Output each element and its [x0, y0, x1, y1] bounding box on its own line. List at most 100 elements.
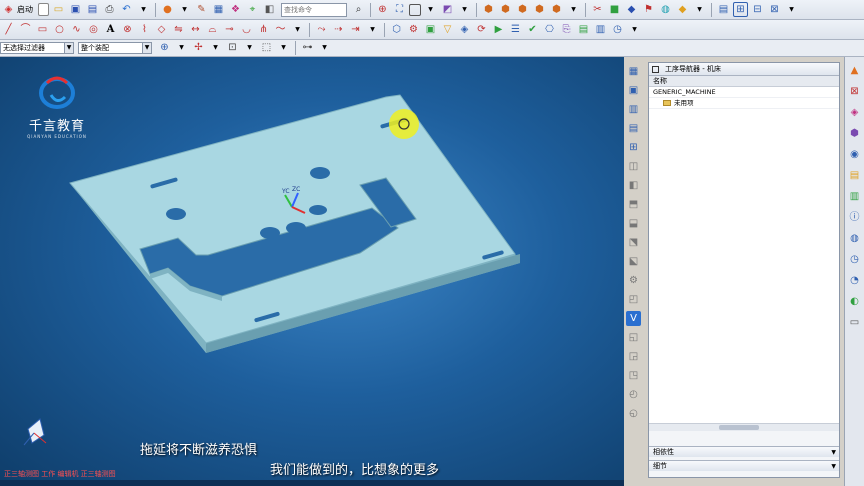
shade-style-icon[interactable] — [409, 3, 421, 16]
sphere-feature-icon[interactable]: ⬢ — [532, 2, 547, 17]
intersect-icon[interactable]: ⊗ — [120, 22, 135, 37]
spline-icon[interactable]: ∿ — [69, 22, 84, 37]
method-view-icon[interactable]: ⊠ — [767, 2, 782, 17]
column-header-name[interactable]: 名称 — [649, 76, 839, 87]
print-icon[interactable]: ⎙ — [102, 2, 117, 17]
create-operation-icon[interactable]: ◈ — [457, 22, 472, 37]
save-icon[interactable]: ▣ — [68, 2, 83, 17]
offset-icon[interactable]: ◎ — [86, 22, 101, 37]
select-all-icon[interactable]: ⊕ — [157, 41, 172, 56]
flag-icon[interactable]: ⚑ — [641, 2, 656, 17]
dropdown-arrow-icon[interactable]: ▼ — [457, 2, 472, 17]
offset-curve-icon[interactable]: ⇥ — [348, 22, 363, 37]
rectangle-select-icon[interactable]: ⬚ — [259, 41, 274, 56]
orient-view-icon[interactable]: ⊕ — [375, 2, 390, 17]
mill-contour-icon[interactable]: ◈ — [847, 105, 862, 120]
dropdown-arrow-icon[interactable]: ▼ — [692, 2, 707, 17]
dropdown-arrow-icon[interactable]: ▼ — [290, 22, 305, 37]
start-menu[interactable]: 启动 — [17, 4, 33, 15]
replay-path-icon[interactable]: ▶ — [491, 22, 506, 37]
part-model[interactable]: YC ZC — [0, 57, 624, 480]
shop-doc-icon[interactable]: ▤ — [576, 22, 591, 37]
new-file-icon[interactable] — [38, 3, 49, 16]
cam-toolpath-icon[interactable]: ◱ — [626, 330, 641, 345]
cam-drill-icon[interactable]: ◳ — [626, 368, 641, 383]
dropdown-arrow-icon[interactable]: ▼ — [317, 41, 332, 56]
show-hide-icon[interactable]: ❖ — [228, 2, 243, 17]
circle-icon[interactable]: ○ — [52, 22, 67, 37]
manufacturing-wizard-icon[interactable]: ⬔ — [626, 235, 641, 250]
trim-icon[interactable]: ✂ — [590, 2, 605, 17]
pin-icon[interactable] — [652, 65, 659, 73]
cone-feature-icon[interactable]: ⬢ — [515, 2, 530, 17]
tree-node-machine[interactable]: GENERIC_MACHINE — [649, 87, 839, 98]
arc-icon[interactable]: ⌒ — [18, 22, 33, 37]
machine-view-icon[interactable]: ⊞ — [733, 2, 748, 17]
edit-object-icon[interactable]: ✎ — [194, 2, 209, 17]
cylinder-feature-icon[interactable]: ⬢ — [498, 2, 513, 17]
history-icon[interactable]: ◧ — [626, 178, 641, 193]
assembly-scope-select[interactable]: 整个装配 ▼ — [78, 42, 152, 54]
program-view-icon[interactable]: ▤ — [716, 2, 731, 17]
dropdown-arrow-icon[interactable]: ▼ — [566, 2, 581, 17]
dropdown-arrow-icon[interactable]: ▼ — [365, 22, 380, 37]
select-face-icon[interactable]: ⊡ — [225, 41, 240, 56]
cam-turning-icon[interactable]: ◴ — [626, 387, 641, 402]
cam-setup-icon[interactable]: ▲ — [847, 63, 862, 78]
line-icon[interactable]: ╱ — [1, 22, 16, 37]
dependencies-section[interactable]: 相依性 ▼ — [649, 446, 839, 457]
cam-post-icon[interactable]: ◲ — [626, 349, 641, 364]
reuse-library-icon[interactable]: ▥ — [626, 102, 641, 117]
output-cls-icon[interactable]: ▥ — [593, 22, 608, 37]
system-materials-icon[interactable]: ⬒ — [626, 197, 641, 212]
machine-navigator-icon[interactable]: ⊞ — [626, 140, 641, 155]
cam-wire-icon[interactable]: ◵ — [626, 406, 641, 421]
wire-edm-icon[interactable]: ▥ — [847, 189, 862, 204]
divide-icon[interactable]: ⋔ — [256, 22, 271, 37]
create-method-icon[interactable]: ▽ — [440, 22, 455, 37]
part-navigator-icon[interactable]: ▣ — [626, 83, 641, 98]
geometry-view-icon[interactable]: ⊟ — [750, 2, 765, 17]
open-folder-icon[interactable]: ▭ — [51, 2, 66, 17]
join-icon[interactable]: ⊸ — [222, 22, 237, 37]
dropdown-arrow-icon[interactable]: ▼ — [242, 41, 257, 56]
clock-icon[interactable]: ◷ — [610, 22, 625, 37]
roles-icon[interactable]: ⬕ — [626, 254, 641, 269]
rectangle-icon[interactable]: ▭ — [35, 22, 50, 37]
gauge-icon[interactable]: ◔ — [847, 273, 862, 288]
globe-icon[interactable]: ◍ — [847, 231, 862, 246]
cam-verify-icon[interactable]: V — [626, 311, 641, 326]
command-search-input[interactable] — [281, 2, 347, 17]
info-icon[interactable]: ⓘ — [847, 210, 862, 225]
drill-icon[interactable]: ◉ — [847, 147, 862, 162]
mill-planar-icon[interactable]: ⊠ — [847, 84, 862, 99]
sketch-icon[interactable]: ⤳ — [314, 22, 329, 37]
trim-curve-icon[interactable]: ⌇ — [137, 22, 152, 37]
operation-navigator-icon[interactable]: ▤ — [626, 121, 641, 136]
dropdown-arrow-icon[interactable]: ▼ — [276, 41, 291, 56]
turning-icon[interactable]: ▤ — [847, 168, 862, 183]
fillet-curve-icon[interactable]: ◡ — [239, 22, 254, 37]
dropdown-arrow-icon[interactable]: ▼ — [208, 41, 223, 56]
verify-path-icon[interactable]: ✔ — [525, 22, 540, 37]
view-icon[interactable]: ◧ — [262, 2, 277, 17]
create-program-icon[interactable]: ⬡ — [389, 22, 404, 37]
cube-view-icon[interactable]: ◩ — [440, 2, 455, 17]
dropdown-arrow-icon[interactable]: ▼ — [423, 2, 438, 17]
web-browser-icon[interactable]: ◫ — [626, 159, 641, 174]
mill-multiaxis-icon[interactable]: ⬢ — [847, 126, 862, 141]
palette-icon[interactable]: ◐ — [847, 294, 862, 309]
list-path-icon[interactable]: ☰ — [508, 22, 523, 37]
wave-icon[interactable]: ～ — [273, 22, 288, 37]
fit-view-icon[interactable]: ⛶ — [392, 2, 407, 17]
create-tool-icon[interactable]: ⚙ — [406, 22, 421, 37]
project-curve-icon[interactable]: ◇ — [154, 22, 169, 37]
post-process-icon[interactable]: ⎘ — [559, 22, 574, 37]
dropdown-arrow-icon[interactable]: ▼ — [174, 41, 189, 56]
bridge-icon[interactable]: ⌓ — [205, 22, 220, 37]
assembly-navigator-icon[interactable]: ▦ — [626, 64, 641, 79]
orange-shape-icon[interactable]: ◆ — [675, 2, 690, 17]
snap-point-icon[interactable]: ✢ — [191, 41, 206, 56]
scroll-thumb[interactable] — [719, 425, 759, 430]
search-icon[interactable]: ⌕ — [351, 2, 366, 17]
